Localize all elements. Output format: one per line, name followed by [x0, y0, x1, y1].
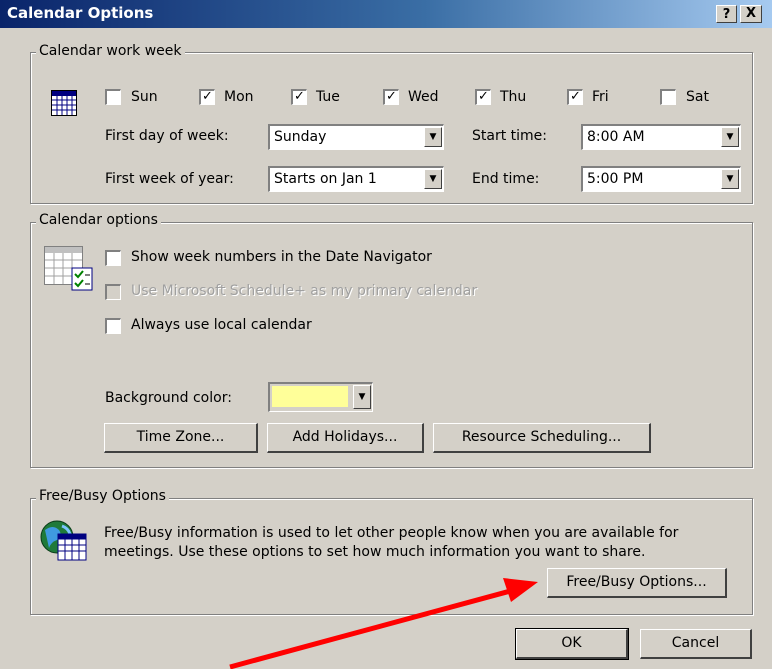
work-week-group-label: Calendar work week — [36, 43, 185, 59]
globe-calendar-icon — [40, 518, 88, 566]
cancel-button[interactable]: Cancel — [640, 629, 752, 659]
show-week-numbers-checkbox[interactable] — [105, 250, 121, 266]
schedule-plus-label: Use Microsoft Schedule+ as my primary ca… — [131, 283, 478, 299]
chevron-down-icon[interactable]: ▼ — [721, 127, 739, 147]
background-color-select[interactable]: ▼ — [268, 382, 373, 412]
chevron-down-icon[interactable]: ▼ — [721, 169, 739, 189]
freebusy-description-line2: meetings. Use these options to set how m… — [104, 544, 646, 560]
thu-checkbox[interactable]: ✓ — [475, 89, 491, 105]
wed-checkbox[interactable]: ✓ — [383, 89, 399, 105]
freebusy-description-line1: Free/Busy information is used to let oth… — [104, 525, 679, 541]
ok-button[interactable]: OK — [515, 628, 629, 660]
end-time-select[interactable]: 5:00 PM ▼ — [581, 166, 741, 192]
freebusy-group-label: Free/Busy Options — [36, 488, 169, 504]
wed-label: Wed — [408, 89, 439, 105]
always-local-checkbox[interactable] — [105, 318, 121, 334]
freebusy-description: Free/Busy information is used to let oth… — [104, 524, 678, 562]
add-holidays-button[interactable]: Add Holidays... — [267, 423, 424, 453]
first-week-select[interactable]: Starts on Jan 1 ▼ — [268, 166, 444, 192]
resource-scheduling-button[interactable]: Resource Scheduling... — [433, 423, 651, 453]
sun-label: Sun — [131, 89, 158, 105]
fri-checkbox[interactable]: ✓ — [567, 89, 583, 105]
always-local-label: Always use local calendar — [131, 317, 312, 333]
first-day-value: Sunday — [274, 129, 327, 145]
first-day-select[interactable]: Sunday ▼ — [268, 124, 444, 150]
background-color-label: Background color: — [105, 390, 232, 406]
calendar-options-icon — [44, 246, 94, 296]
calendar-options-group-label: Calendar options — [36, 212, 161, 228]
window-title: Calendar Options — [7, 4, 154, 22]
close-button[interactable]: X — [740, 5, 762, 23]
chevron-down-icon[interactable]: ▼ — [424, 127, 442, 147]
freebusy-options-button[interactable]: Free/Busy Options... — [547, 568, 727, 598]
first-week-label: First week of year: — [105, 171, 234, 187]
fri-label: Fri — [592, 89, 609, 105]
end-time-value: 5:00 PM — [587, 171, 644, 187]
first-week-value: Starts on Jan 1 — [274, 171, 377, 187]
help-button[interactable]: ? — [716, 5, 737, 23]
chevron-down-icon[interactable]: ▼ — [424, 169, 442, 189]
show-week-numbers-label: Show week numbers in the Date Navigator — [131, 249, 432, 265]
sun-checkbox[interactable] — [105, 89, 121, 105]
end-time-label: End time: — [472, 171, 540, 187]
first-day-label: First day of week: — [105, 128, 229, 144]
color-swatch — [272, 386, 348, 407]
start-time-select[interactable]: 8:00 AM ▼ — [581, 124, 741, 150]
calendar-grid-icon — [51, 90, 77, 120]
start-time-label: Start time: — [472, 128, 547, 144]
chevron-down-icon[interactable]: ▼ — [353, 385, 371, 409]
tue-label: Tue — [316, 89, 340, 105]
time-zone-button[interactable]: Time Zone... — [104, 423, 258, 453]
thu-label: Thu — [500, 89, 527, 105]
sat-checkbox[interactable] — [660, 89, 676, 105]
mon-label: Mon — [224, 89, 254, 105]
title-bar: Calendar Options ? X — [0, 0, 772, 28]
mon-checkbox[interactable]: ✓ — [199, 89, 215, 105]
start-time-value: 8:00 AM — [587, 129, 645, 145]
tue-checkbox[interactable]: ✓ — [291, 89, 307, 105]
sat-label: Sat — [686, 89, 709, 105]
schedule-plus-checkbox — [105, 284, 121, 300]
